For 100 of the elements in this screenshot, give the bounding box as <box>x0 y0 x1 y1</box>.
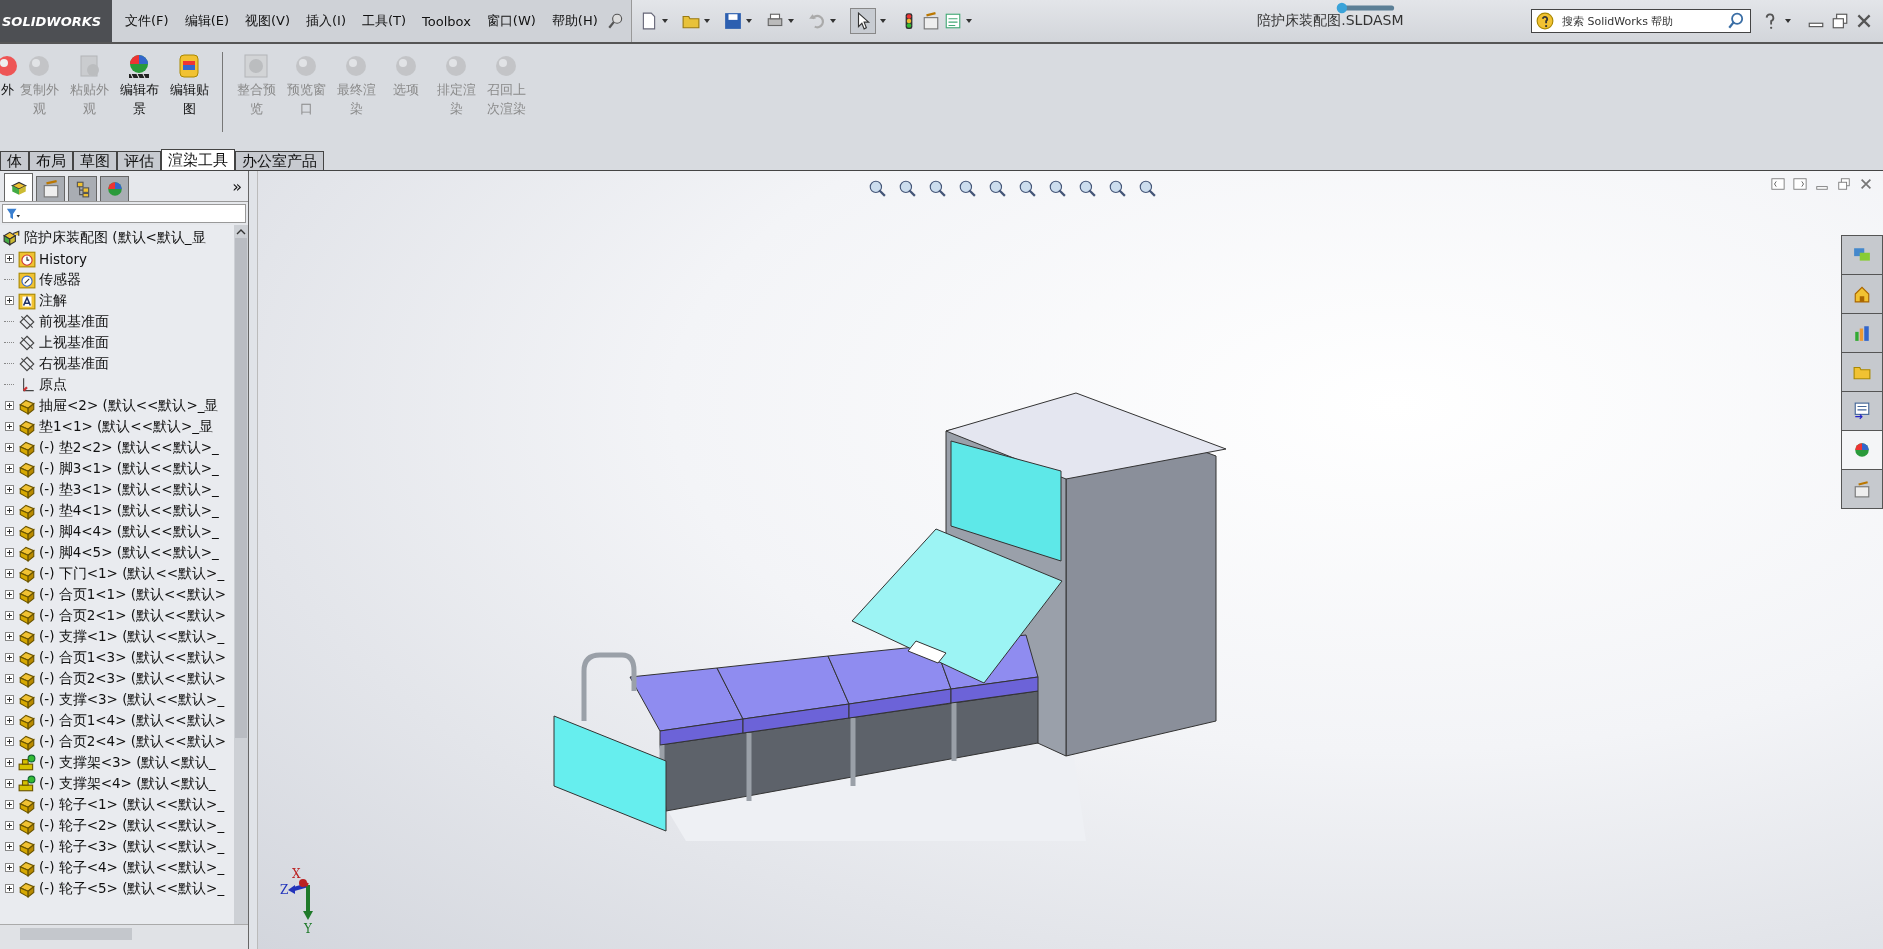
expand-icon[interactable] <box>4 443 14 452</box>
tree-item[interactable]: 抽屉<2> (默认<<默认>_显 <box>39 396 219 415</box>
expand-icon[interactable] <box>4 758 14 767</box>
tree-item[interactable]: 右视基准面 <box>39 354 109 373</box>
menu-item[interactable]: 插入(I) <box>299 9 353 33</box>
dropdown-caret-icon[interactable] <box>879 19 886 23</box>
horizontal-scrollbar[interactable] <box>0 924 248 949</box>
dropdown-caret-icon[interactable] <box>829 19 836 23</box>
restore-icon[interactable] <box>1831 12 1849 30</box>
filter-field[interactable] <box>2 204 246 223</box>
expand-icon[interactable] <box>4 884 14 893</box>
tree-item[interactable]: 垫1<1> (默认<<默认>_显 <box>39 417 214 436</box>
menu-item[interactable]: 工具(T) <box>355 9 414 33</box>
menu-item[interactable]: 窗口(W) <box>479 9 543 33</box>
expand-icon[interactable] <box>4 611 14 620</box>
tree-item[interactable]: (-) 轮子<1> (默认<<默认>_ <box>39 795 225 814</box>
tree-item[interactable]: (-) 合页2<4> (默认<<默认> <box>39 732 226 751</box>
command-tab[interactable]: 体 <box>0 151 29 170</box>
dropdown-caret-icon[interactable] <box>745 19 752 23</box>
task-pane-tab[interactable] <box>1841 274 1883 314</box>
expand-icon[interactable] <box>4 527 14 536</box>
tree-item[interactable]: 原点 <box>39 375 67 394</box>
search-icon[interactable] <box>1727 12 1745 30</box>
expand-icon[interactable] <box>4 569 14 578</box>
vertical-scrollbar[interactable] <box>234 225 248 924</box>
expand-icon[interactable] <box>4 695 14 704</box>
expand-icon[interactable] <box>4 653 14 662</box>
tree-item[interactable]: 注解 <box>39 291 67 310</box>
tree-item[interactable]: 陪护床装配图 (默认<默认_显 <box>24 228 206 247</box>
expand-icon[interactable] <box>4 296 14 305</box>
tree-item[interactable]: (-) 合页2<1> (默认<<默认> <box>39 606 226 625</box>
expand-icon[interactable] <box>4 779 14 788</box>
menu-item[interactable]: 编辑(E) <box>177 9 236 33</box>
command-tab[interactable]: 草图 <box>73 151 117 170</box>
task-pane-tab[interactable] <box>1841 352 1883 392</box>
dropdown-caret-icon[interactable] <box>965 19 972 23</box>
tree-item[interactable]: (-) 垫3<1> (默认<<默认>_ <box>39 480 219 499</box>
expand-icon[interactable] <box>4 821 14 830</box>
search-field[interactable]: 搜索 SolidWorks 帮助 <box>1531 9 1751 33</box>
zoom-area-icon[interactable] <box>898 179 916 197</box>
restore-icon[interactable] <box>1837 177 1851 191</box>
expand-icon[interactable] <box>4 842 14 851</box>
tree-item[interactable]: 传感器 <box>39 270 81 289</box>
close-icon[interactable] <box>1855 12 1873 30</box>
menu-item[interactable]: 视图(V) <box>238 9 298 33</box>
tree-item[interactable]: (-) 脚3<1> (默认<<默认>_ <box>39 459 219 478</box>
menu-item[interactable]: 文件(F) <box>118 9 176 33</box>
expand-icon[interactable] <box>4 737 14 746</box>
command-tab[interactable]: 渲染工具 <box>161 149 235 170</box>
tree-item[interactable]: (-) 下门<1> (默认<<默认>_ <box>39 564 225 583</box>
expand-icon[interactable] <box>4 800 14 809</box>
expand-icon[interactable] <box>4 548 14 557</box>
tree-item[interactable]: (-) 支撑架<3> (默认<默认_ <box>39 753 216 772</box>
dropdown-caret-icon[interactable] <box>787 19 794 23</box>
task-pane-tab[interactable] <box>1841 391 1883 431</box>
menu-item[interactable]: Toolbox <box>415 10 478 32</box>
tree-item[interactable]: 前视基准面 <box>39 312 109 331</box>
tile-right-icon[interactable] <box>1793 177 1807 191</box>
zoom-to-fit-icon[interactable] <box>868 179 886 197</box>
tree-item[interactable]: (-) 支撑<3> (默认<<默认>_ <box>39 690 225 709</box>
tree-item[interactable]: (-) 合页1<4> (默认<<默认> <box>39 711 226 730</box>
command-tab[interactable]: 评估 <box>117 151 161 170</box>
expand-icon[interactable] <box>4 254 14 263</box>
tree-item[interactable]: (-) 轮子<5> (默认<<默认>_ <box>39 879 225 898</box>
ribbon-button[interactable]: 编辑布景 <box>114 52 164 118</box>
expand-icon[interactable] <box>4 401 14 410</box>
close-icon[interactable] <box>1859 177 1873 191</box>
save-icon[interactable] <box>723 12 742 30</box>
tree-item[interactable]: (-) 合页1<1> (默认<<默认> <box>39 585 226 604</box>
tree-item[interactable]: (-) 垫2<2> (默认<<默认>_ <box>39 438 219 457</box>
tree-item[interactable]: (-) 支撑架<4> (默认<默认_ <box>39 774 216 793</box>
tree-item[interactable]: (-) 垫4<1> (默认<<默认>_ <box>39 501 219 520</box>
tree-item[interactable]: 上视基准面 <box>39 333 109 352</box>
command-tab[interactable]: 布局 <box>29 151 73 170</box>
dropdown-caret-icon[interactable] <box>661 19 668 23</box>
expand-icon[interactable] <box>4 422 14 431</box>
scroll-up-icon[interactable] <box>236 228 246 236</box>
expand-icon[interactable] <box>4 464 14 473</box>
task-pane-tab[interactable] <box>1841 313 1883 353</box>
expand-icon[interactable] <box>4 632 14 641</box>
expand-icon[interactable] <box>4 590 14 599</box>
tree-item[interactable]: History <box>39 250 88 267</box>
ribbon-button[interactable]: 外 <box>0 52 14 99</box>
dropdown-caret-icon[interactable] <box>703 19 710 23</box>
tree-item[interactable]: (-) 轮子<4> (默认<<默认>_ <box>39 858 225 877</box>
expand-icon[interactable] <box>4 485 14 494</box>
expand-icon[interactable] <box>4 863 14 872</box>
panel-tab[interactable] <box>36 176 65 201</box>
tree-item[interactable]: (-) 合页2<3> (默认<<默认> <box>39 669 226 688</box>
checklist-icon[interactable] <box>943 12 962 30</box>
task-pane-tab[interactable] <box>1841 430 1883 470</box>
command-tab[interactable]: 办公室产品 <box>235 151 324 170</box>
select-button[interactable] <box>849 8 876 34</box>
tree-item[interactable]: (-) 合页1<3> (默认<<默认> <box>39 648 226 667</box>
tile-left-icon[interactable] <box>1771 177 1785 191</box>
tree-item[interactable]: (-) 脚4<4> (默认<<默认>_ <box>39 522 219 541</box>
tree-item[interactable]: (-) 轮子<3> (默认<<默认>_ <box>39 837 225 856</box>
dropdown-caret-icon[interactable] <box>1785 19 1791 23</box>
expand-icon[interactable] <box>4 716 14 725</box>
panel-tab[interactable] <box>4 173 33 201</box>
